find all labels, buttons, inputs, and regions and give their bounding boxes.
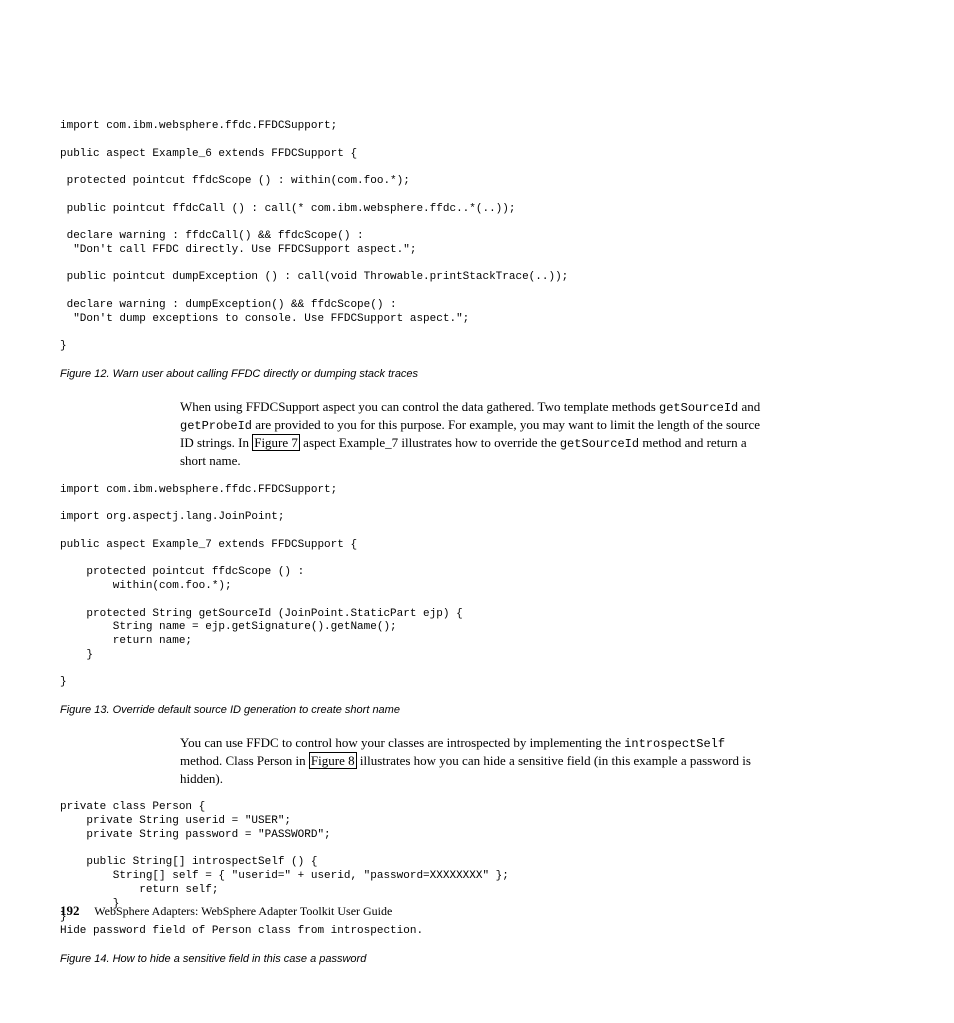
figure-caption-14: Figure 14. How to hide a sensitive field… xyxy=(60,953,894,965)
inline-code: introspectSelf xyxy=(624,737,725,751)
body-paragraph-1: When using FFDCSupport aspect you can co… xyxy=(180,398,770,470)
page-footer: 192 WebSphere Adapters: WebSphere Adapte… xyxy=(60,903,392,919)
inline-code: getSourceId xyxy=(560,437,639,451)
inline-code: getProbeId xyxy=(180,419,252,433)
figure-caption-12: Figure 12. Warn user about calling FFDC … xyxy=(60,368,894,380)
page-number: 192 xyxy=(60,903,80,918)
figure-link-8[interactable]: Figure 8 xyxy=(309,752,357,769)
text-run: You can use FFDC to control how your cla… xyxy=(180,735,624,750)
figure-link-7[interactable]: Figure 7 xyxy=(252,434,300,451)
text-run: method. Class Person in xyxy=(180,753,309,768)
figure-caption-13: Figure 13. Override default source ID ge… xyxy=(60,704,894,716)
footer-text: WebSphere Adapters: WebSphere Adapter To… xyxy=(94,904,392,918)
code-block-1: import com.ibm.websphere.ffdc.FFDCSuppor… xyxy=(60,120,894,354)
body-paragraph-2: You can use FFDC to control how your cla… xyxy=(180,734,770,787)
inline-code: getSourceId xyxy=(659,401,738,415)
document-page: import com.ibm.websphere.ffdc.FFDCSuppor… xyxy=(0,0,954,1023)
code-block-2: import com.ibm.websphere.ffdc.FFDCSuppor… xyxy=(60,484,894,690)
text-run: and xyxy=(738,399,760,414)
text-run: aspect Example_7 illustrates how to over… xyxy=(300,435,560,450)
text-run: When using FFDCSupport aspect you can co… xyxy=(180,399,659,414)
